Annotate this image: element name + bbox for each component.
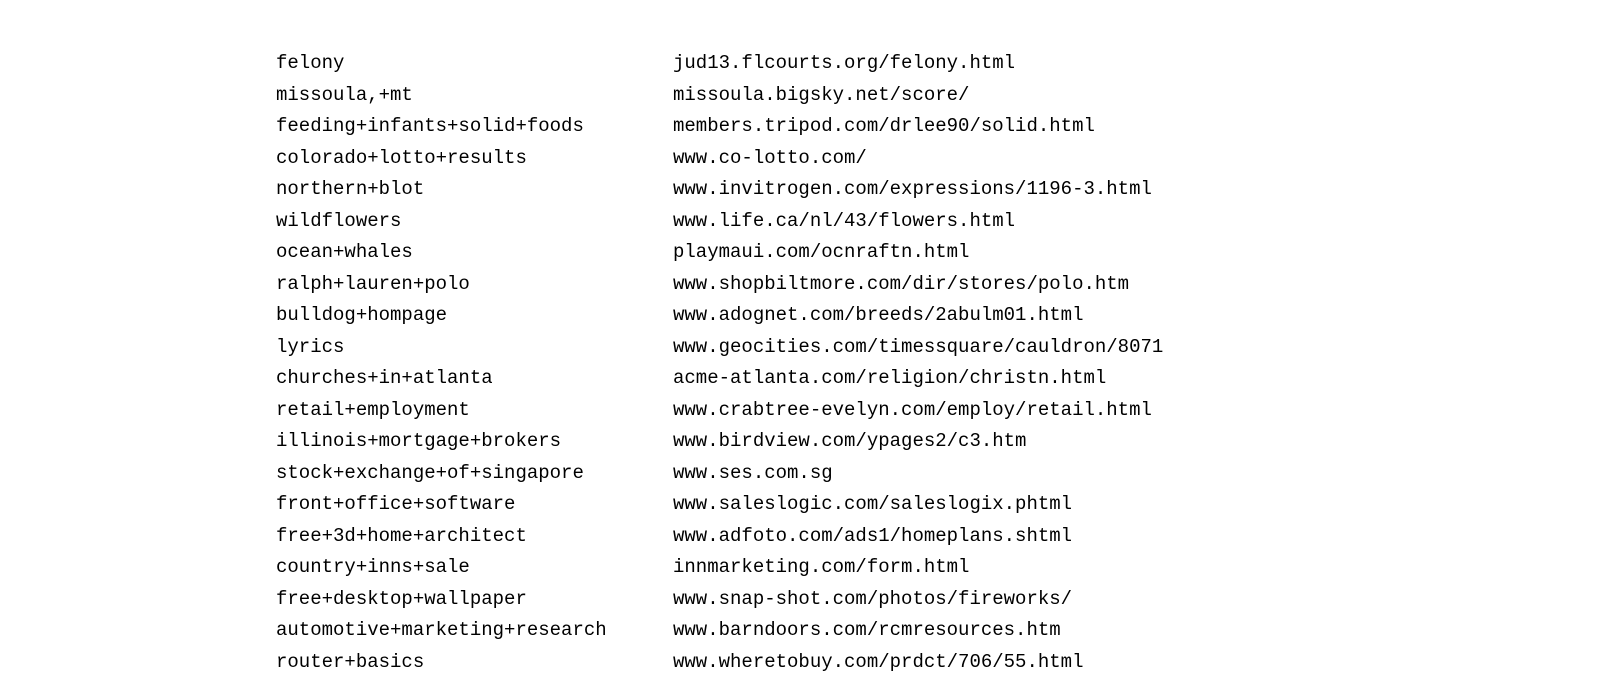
table-row: bulldog+hompagewww.adognet.com/breeds/2a… — [276, 300, 1619, 332]
url-text: www.adognet.com/breeds/2abulm01.html — [673, 300, 1083, 332]
table-row: wildflowerswww.life.ca/nl/43/flowers.htm… — [276, 206, 1619, 238]
query-text: country+inns+sale — [276, 552, 673, 584]
table-row: stock+exchange+of+singaporewww.ses.com.s… — [276, 458, 1619, 490]
url-text: www.life.ca/nl/43/flowers.html — [673, 206, 1015, 238]
table-row: ocean+whalesplaymaui.com/ocnraftn.html — [276, 237, 1619, 269]
url-text: acme-atlanta.com/religion/christn.html — [673, 363, 1106, 395]
url-text: www.birdview.com/ypages2/c3.htm — [673, 426, 1026, 458]
table-row: automotive+marketing+researchwww.barndoo… — [276, 615, 1619, 647]
table-row: ralph+lauren+polowww.shopbiltmore.com/di… — [276, 269, 1619, 301]
query-text: free+3d+home+architect — [276, 521, 673, 553]
query-text: felony — [276, 48, 673, 80]
url-text: www.adfoto.com/ads1/homeplans.shtml — [673, 521, 1072, 553]
query-text: bulldog+hompage — [276, 300, 673, 332]
url-text: missoula.bigsky.net/score/ — [673, 80, 969, 112]
query-text: wildflowers — [276, 206, 673, 238]
query-text: feeding+infants+solid+foods — [276, 111, 673, 143]
query-text: northern+blot — [276, 174, 673, 206]
url-text: innmarketing.com/form.html — [673, 552, 969, 584]
table-row: front+office+softwarewww.saleslogic.com/… — [276, 489, 1619, 521]
url-text: playmaui.com/ocnraftn.html — [673, 237, 969, 269]
url-text: www.wheretobuy.com/prdct/706/55.html — [673, 647, 1083, 679]
query-text: illinois+mortgage+brokers — [276, 426, 673, 458]
url-text: www.geocities.com/timessquare/cauldron/8… — [673, 332, 1163, 364]
query-url-table: felonyjud13.flcourts.org/felony.htmlmiss… — [0, 0, 1619, 678]
query-text: lyrics — [276, 332, 673, 364]
url-text: www.ses.com.sg — [673, 458, 833, 490]
table-row: country+inns+saleinnmarketing.com/form.h… — [276, 552, 1619, 584]
query-text: stock+exchange+of+singapore — [276, 458, 673, 490]
url-text: www.crabtree-evelyn.com/employ/retail.ht… — [673, 395, 1152, 427]
url-text: members.tripod.com/drlee90/solid.html — [673, 111, 1095, 143]
query-text: free+desktop+wallpaper — [276, 584, 673, 616]
url-text: www.invitrogen.com/expressions/1196-3.ht… — [673, 174, 1152, 206]
query-text: churches+in+atlanta — [276, 363, 673, 395]
query-text: ocean+whales — [276, 237, 673, 269]
query-text: colorado+lotto+results — [276, 143, 673, 175]
table-row: churches+in+atlantaacme-atlanta.com/reli… — [276, 363, 1619, 395]
url-text: www.saleslogic.com/saleslogix.phtml — [673, 489, 1072, 521]
query-text: missoula,+mt — [276, 80, 673, 112]
table-row: missoula,+mtmissoula.bigsky.net/score/ — [276, 80, 1619, 112]
query-text: automotive+marketing+research — [276, 615, 673, 647]
table-row: router+basicswww.wheretobuy.com/prdct/70… — [276, 647, 1619, 679]
table-row: free+desktop+wallpaperwww.snap-shot.com/… — [276, 584, 1619, 616]
table-row: retail+employmentwww.crabtree-evelyn.com… — [276, 395, 1619, 427]
table-row: feeding+infants+solid+foodsmembers.tripo… — [276, 111, 1619, 143]
table-row: lyricswww.geocities.com/timessquare/caul… — [276, 332, 1619, 364]
query-text: retail+employment — [276, 395, 673, 427]
url-text: www.barndoors.com/rcmresources.htm — [673, 615, 1061, 647]
table-row: illinois+mortgage+brokerswww.birdview.co… — [276, 426, 1619, 458]
url-text: www.co-lotto.com/ — [673, 143, 867, 175]
url-text: www.shopbiltmore.com/dir/stores/polo.htm — [673, 269, 1129, 301]
table-row: felonyjud13.flcourts.org/felony.html — [276, 48, 1619, 80]
query-text: ralph+lauren+polo — [276, 269, 673, 301]
table-row: colorado+lotto+resultswww.co-lotto.com/ — [276, 143, 1619, 175]
table-row: northern+blotwww.invitrogen.com/expressi… — [276, 174, 1619, 206]
url-text: www.snap-shot.com/photos/fireworks/ — [673, 584, 1072, 616]
query-text: front+office+software — [276, 489, 673, 521]
table-row: free+3d+home+architectwww.adfoto.com/ads… — [276, 521, 1619, 553]
query-text: router+basics — [276, 647, 673, 679]
url-text: jud13.flcourts.org/felony.html — [673, 48, 1015, 80]
